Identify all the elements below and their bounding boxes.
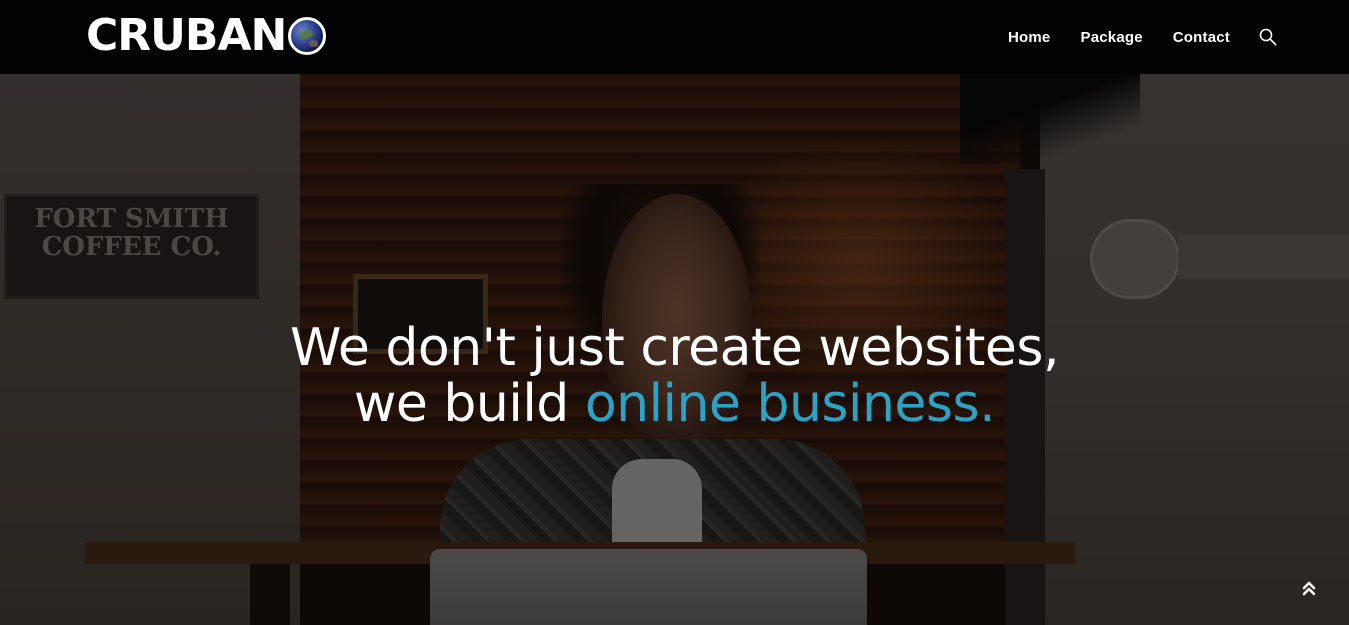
- headline-line-2-plain: we build: [353, 374, 585, 434]
- site-header: CRUBAN Home Package Contact: [0, 0, 1349, 74]
- nav-item-contact[interactable]: Contact: [1173, 29, 1230, 46]
- nav-item-package[interactable]: Package: [1080, 29, 1142, 46]
- headline-line-2-accent: online business.: [584, 374, 996, 434]
- hero-headline: We don't just create websites, we build …: [0, 320, 1349, 432]
- search-icon[interactable]: [1259, 28, 1277, 46]
- double-chevron-up-icon: [1302, 580, 1316, 601]
- site-logo[interactable]: CRUBAN: [86, 10, 327, 61]
- hero-section: FORT SMITH COFFEE CO. We don't just crea…: [0, 74, 1349, 625]
- nav-item-home[interactable]: Home: [1008, 29, 1050, 46]
- logo-text: CRUBAN: [86, 10, 287, 61]
- scroll-to-top-button[interactable]: [1290, 574, 1328, 606]
- globe-icon: [288, 17, 327, 55]
- main-nav: Home Package Contact: [978, 0, 1277, 74]
- headline-line-1: We don't just create websites,: [290, 318, 1059, 378]
